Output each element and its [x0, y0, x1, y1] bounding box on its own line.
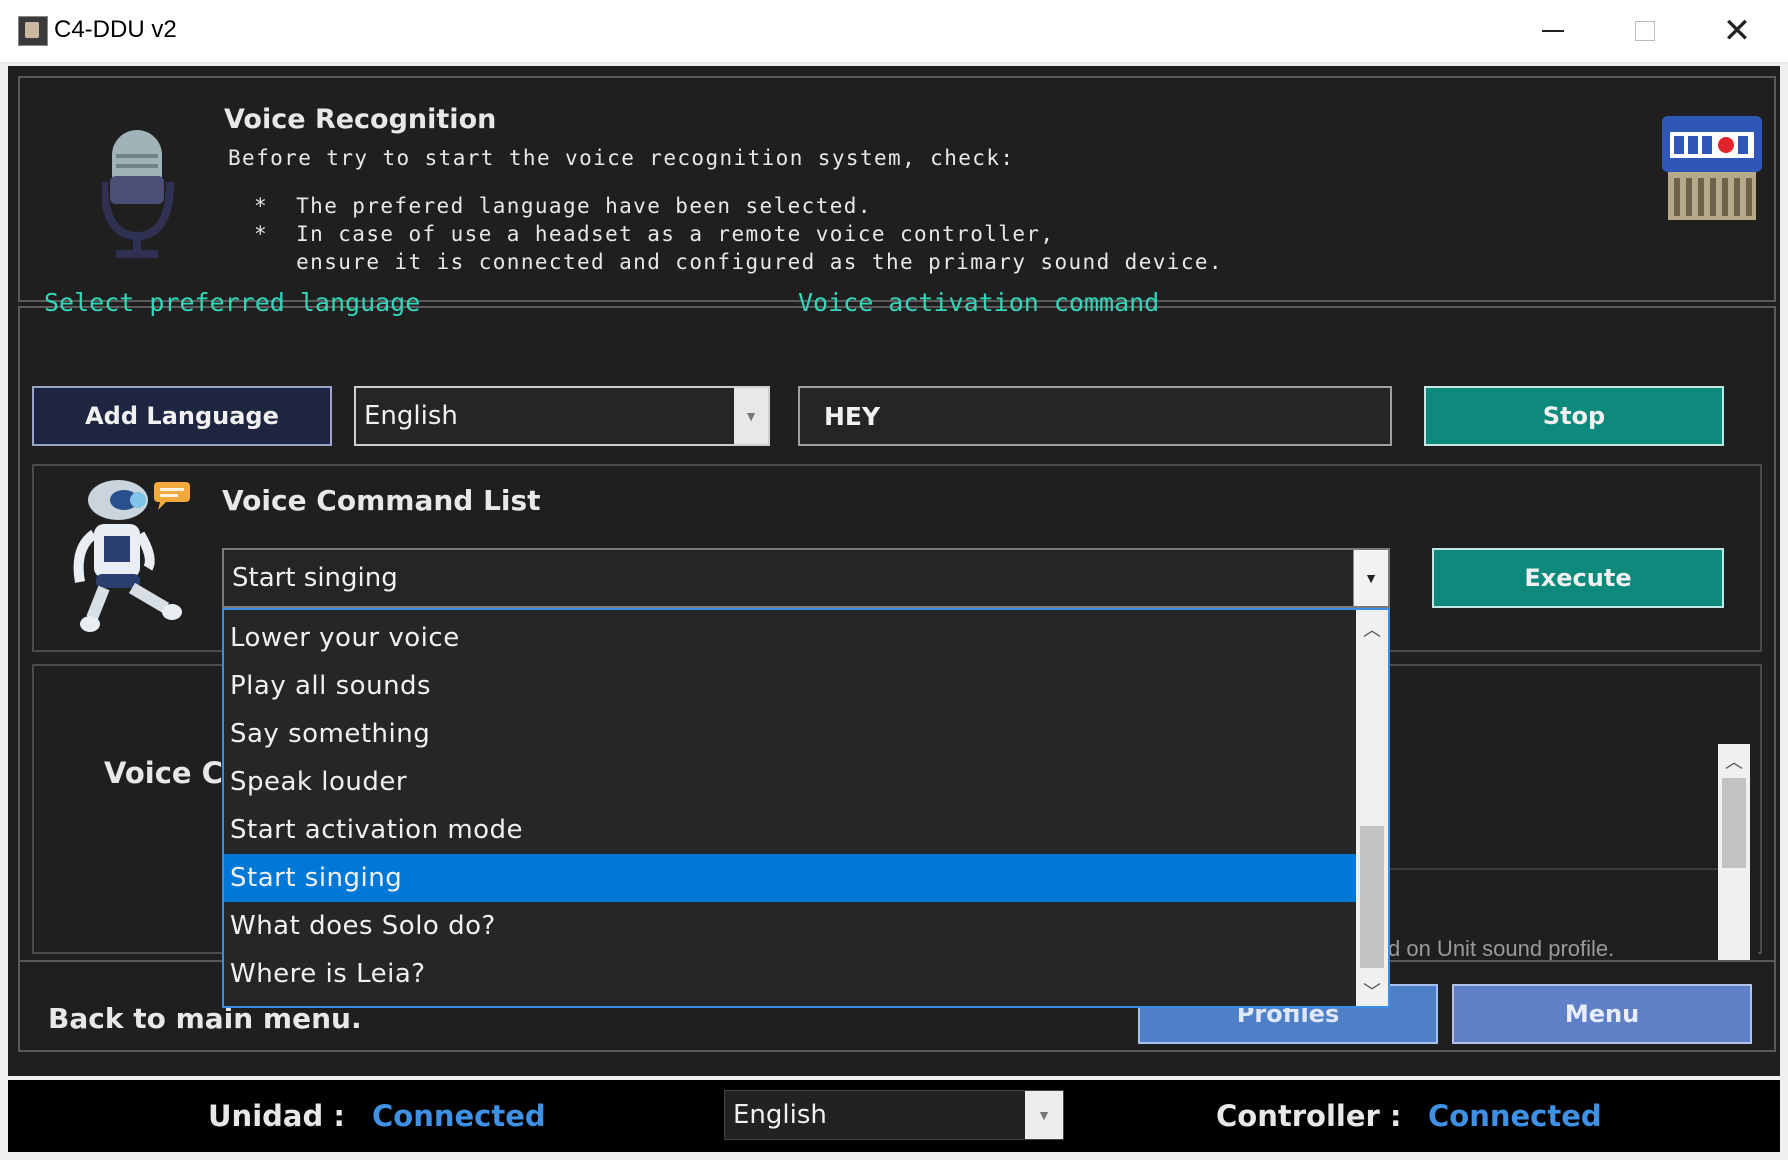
- response-divider: [1378, 868, 1724, 870]
- response-text: d on Unit sound profile.: [1388, 936, 1615, 961]
- add-language-button[interactable]: Add Language: [32, 386, 332, 446]
- execute-button[interactable]: Execute: [1432, 548, 1724, 608]
- intro-text: Before try to start the voice recognitio…: [228, 146, 1015, 170]
- title-bar[interactable]: C4-DDU v2 ✕: [0, 0, 1788, 63]
- response-scroll-thumb[interactable]: [1722, 778, 1746, 868]
- dropdown-option[interactable]: Lower your voice: [224, 614, 1356, 662]
- dropdown-option[interactable]: Speak louder: [224, 758, 1356, 806]
- maximize-icon: [1635, 21, 1655, 41]
- scroll-up-icon[interactable]: ︿: [1356, 616, 1388, 642]
- client-area: Voice Recognition Before try to start th…: [8, 66, 1780, 1076]
- window-title: C4-DDU v2: [54, 16, 177, 43]
- maximize-button[interactable]: [1600, 0, 1690, 62]
- unit-status-value: Connected: [372, 1099, 546, 1133]
- dropdown-scrollbar[interactable]: ︿ ﹀: [1356, 610, 1388, 1006]
- intro-bullet: * In case of use a headset as a remote v…: [254, 222, 1055, 246]
- language-select-value: English: [364, 401, 458, 431]
- dropdown-option[interactable]: Start activation mode: [224, 806, 1356, 854]
- activation-command-input[interactable]: HEY: [798, 386, 1392, 446]
- status-language-select[interactable]: English ▼: [724, 1090, 1064, 1140]
- dropdown-option[interactable]: Where is Leia?: [224, 950, 1356, 998]
- dropdown-scroll-thumb[interactable]: [1360, 826, 1384, 968]
- robot-icon: [73, 480, 190, 632]
- chevron-down-icon[interactable]: ▼: [734, 388, 768, 444]
- intro-bullet: * The prefered language have been select…: [254, 194, 872, 218]
- close-icon: ✕: [1722, 12, 1752, 50]
- response-scrollbar[interactable]: ︿ ﹀: [1718, 744, 1750, 992]
- activation-command-value: HEY: [824, 401, 881, 431]
- app-icon: [18, 16, 48, 46]
- chevron-down-icon[interactable]: ▼: [1353, 550, 1388, 606]
- app-window: C4-DDU v2 ✕ Voice Recognition Before try…: [0, 0, 1788, 1160]
- controller-status-value: Connected: [1428, 1099, 1602, 1133]
- intro-panel: Voice Recognition Before try to start th…: [18, 76, 1776, 302]
- dropdown-option[interactable]: Play all sounds: [224, 662, 1356, 710]
- activation-label: Voice activation command: [798, 288, 1160, 317]
- status-language-value: English: [733, 1100, 827, 1130]
- command-dropdown-list[interactable]: Lower your voice Play all sounds Say som…: [222, 608, 1390, 1008]
- dropdown-option-selected[interactable]: Start singing: [224, 854, 1356, 902]
- minimize-button[interactable]: [1508, 0, 1598, 62]
- command-select[interactable]: Start singing ▼: [222, 548, 1390, 608]
- language-select[interactable]: English ▼: [354, 386, 770, 446]
- microphone-icon: [102, 130, 174, 258]
- sd-card-icon: [1662, 116, 1762, 220]
- status-bar: Unidad : Connected English ▼ Controller …: [8, 1080, 1780, 1152]
- close-button[interactable]: ✕: [1692, 0, 1782, 62]
- scroll-up-icon[interactable]: ︿: [1718, 748, 1750, 774]
- chevron-down-icon[interactable]: ▼: [1025, 1091, 1063, 1139]
- dropdown-option[interactable]: Say something: [224, 710, 1356, 758]
- controller-status-label: Controller :: [1216, 1099, 1402, 1133]
- menu-button[interactable]: Menu: [1452, 984, 1752, 1044]
- stop-button[interactable]: Stop: [1424, 386, 1724, 446]
- intro-bullet: ensure it is connected and configured as…: [254, 250, 1223, 274]
- unit-status-label: Unidad :: [208, 1099, 345, 1133]
- dropdown-option[interactable]: What does Solo do?: [224, 902, 1356, 950]
- language-label: Select preferred language: [44, 288, 421, 317]
- intro-heading: Voice Recognition: [224, 104, 497, 135]
- scroll-down-icon[interactable]: ﹀: [1356, 978, 1388, 1004]
- command-select-value: Start singing: [232, 563, 398, 593]
- command-list-heading: Voice Command List: [222, 484, 541, 517]
- minimize-icon: [1542, 30, 1564, 32]
